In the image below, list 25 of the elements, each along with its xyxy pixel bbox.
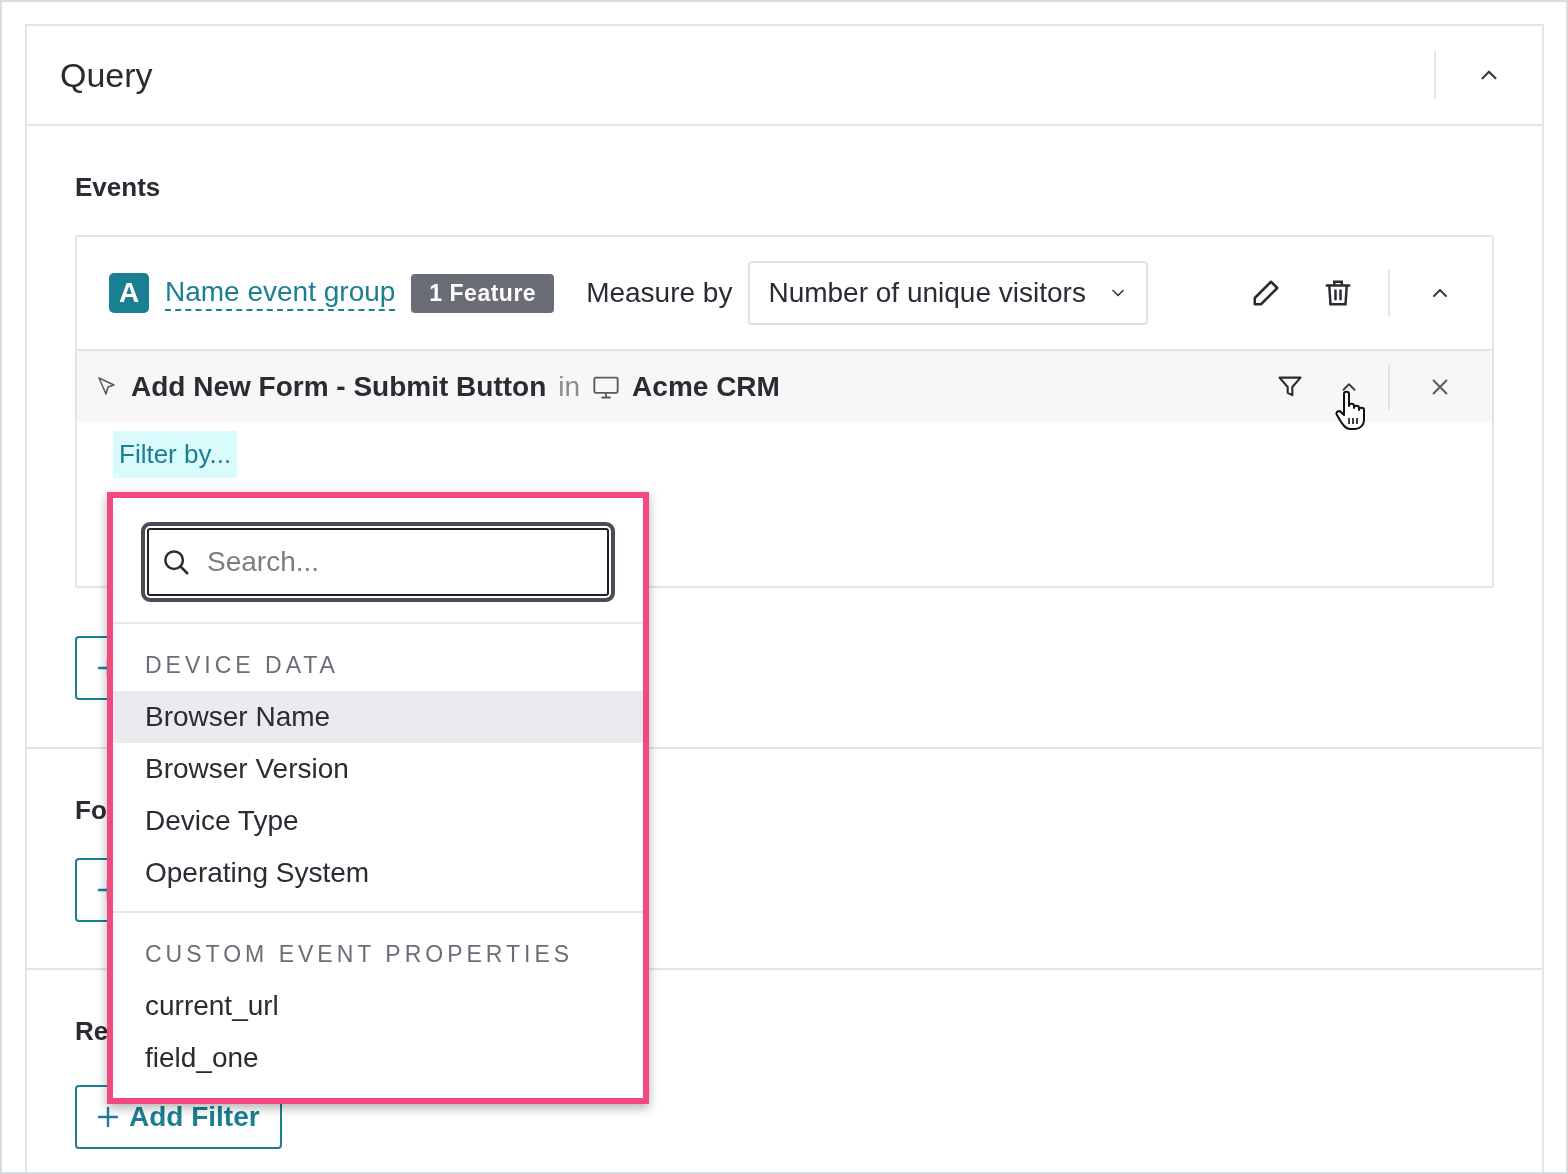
filter-by-button[interactable]: Filter by...: [113, 431, 238, 478]
pencil-icon[interactable]: [1251, 278, 1281, 308]
event-name: Add New Form - Submit Button: [131, 370, 547, 403]
search-field[interactable]: Search...: [141, 522, 615, 602]
app-name: Acme CRM: [632, 370, 780, 403]
dropdown-option[interactable]: Browser Version: [113, 743, 643, 795]
measure-label: Measure by: [586, 277, 733, 309]
connector-text: in: [558, 370, 581, 403]
dropdown-option[interactable]: Device Type: [113, 795, 643, 847]
section-title: Events: [75, 172, 161, 203]
section-title: Fo: [75, 795, 107, 826]
dropdown-option[interactable]: Operating System: [113, 847, 643, 899]
feature-count-badge: 1 Feature: [411, 273, 555, 313]
group-letter-badge: A: [109, 273, 149, 313]
group-name-link[interactable]: Name event group: [165, 275, 396, 311]
group-heading: CUSTOM EVENT PROPERTIES: [144, 941, 575, 969]
trash-icon[interactable]: [1323, 278, 1353, 308]
dropdown-option[interactable]: Browser Name: [113, 691, 643, 743]
section-title: Re: [75, 1016, 109, 1047]
plus-icon: [97, 1106, 119, 1128]
dropdown-option[interactable]: field_one: [113, 1032, 643, 1084]
group-heading: DEVICE DATA: [144, 652, 340, 680]
panel-title: Query: [60, 55, 154, 95]
measure-select[interactable]: Number of unique visitors: [748, 261, 1148, 325]
dropdown-option[interactable]: current_url: [113, 980, 643, 1032]
